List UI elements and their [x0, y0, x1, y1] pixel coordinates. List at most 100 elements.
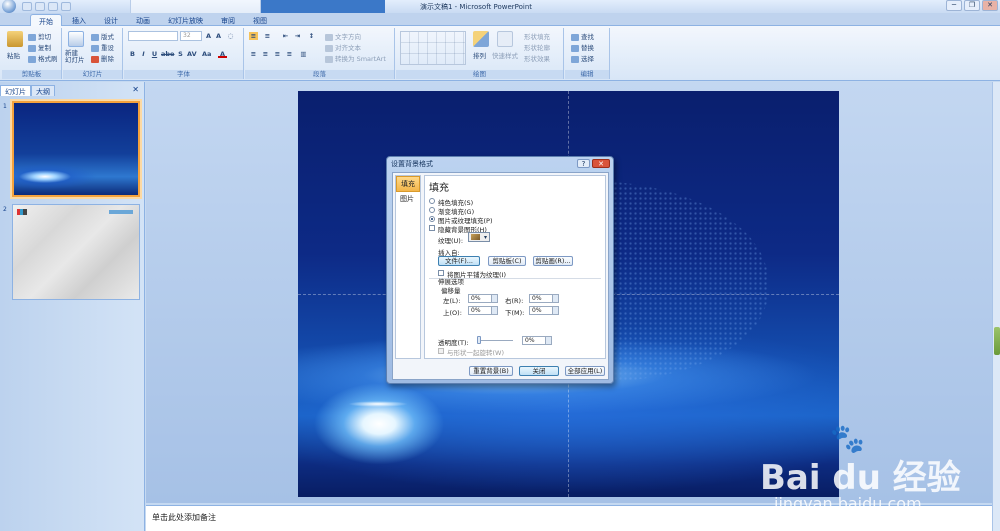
line-spacing-icon[interactable]: ↕: [307, 32, 316, 40]
help-button[interactable]: ?: [577, 159, 590, 168]
paste-icon[interactable]: [7, 31, 23, 47]
format-painter-button[interactable]: 格式刷: [28, 53, 58, 63]
char-spacing-icon[interactable]: AV: [187, 50, 197, 58]
justify-icon[interactable]: ≡: [285, 50, 294, 58]
cut-button[interactable]: 剪切: [28, 31, 51, 41]
grow-font-icon[interactable]: A: [204, 32, 213, 40]
close-button[interactable]: ✕: [982, 0, 998, 11]
close-icon[interactable]: ✕: [132, 85, 139, 94]
shadow-icon[interactable]: S: [176, 50, 185, 58]
shrink-font-icon[interactable]: A: [214, 32, 223, 40]
scissors-icon: [28, 33, 36, 41]
quick-access-toolbar: [22, 1, 71, 12]
clear-format-icon[interactable]: ◌: [226, 32, 235, 40]
tab-view[interactable]: 视图: [245, 14, 275, 26]
maximize-button[interactable]: ❐: [964, 0, 980, 11]
tab-insert[interactable]: 插入: [64, 14, 94, 26]
ribbon: 粘贴 剪切 复制 格式刷 剪贴板 新建 幻灯片 版式 重设 删除 幻灯片 32 …: [0, 26, 1000, 81]
tab-slides[interactable]: 幻灯片: [0, 85, 31, 96]
font-name-combo[interactable]: [128, 31, 178, 41]
tab-home[interactable]: 开始: [30, 14, 62, 26]
solid-fill-radio[interactable]: [429, 198, 435, 204]
select-button[interactable]: 选择: [571, 53, 594, 63]
dialog-close-button[interactable]: ✕: [592, 159, 610, 168]
reset-background-button[interactable]: 重置背景(B): [469, 366, 513, 376]
copy-button[interactable]: 复制: [28, 42, 51, 52]
texture-picker[interactable]: ▾: [468, 232, 490, 242]
numbering-icon[interactable]: ≡: [263, 32, 272, 40]
quick-styles-button[interactable]: 快速样式: [492, 50, 518, 60]
font-size-combo[interactable]: 32: [180, 31, 202, 41]
minimize-button[interactable]: ─: [946, 0, 962, 11]
clipart-button[interactable]: 剪贴画(R)...: [533, 256, 573, 266]
nav-picture[interactable]: 图片: [396, 192, 420, 206]
picture-fill-radio[interactable]: [429, 216, 435, 222]
shape-effects-button[interactable]: 形状效果: [524, 53, 550, 63]
gradient-fill-radio[interactable]: [429, 207, 435, 213]
increase-indent-icon[interactable]: ⇥: [293, 32, 302, 40]
slide-thumbnail-1[interactable]: [12, 101, 140, 197]
font-color-icon[interactable]: A: [218, 50, 227, 58]
strikethrough-icon[interactable]: abe: [161, 50, 174, 58]
apply-all-button[interactable]: 全部应用(L): [565, 366, 605, 376]
layout-button[interactable]: 版式: [91, 31, 114, 41]
bottom-offset-label: 下(M):: [505, 309, 525, 317]
rotate-with-shape-checkbox[interactable]: [438, 348, 444, 354]
bottom-offset-input[interactable]: 0%: [529, 306, 559, 315]
underline-icon[interactable]: U: [150, 50, 159, 58]
align-left-icon[interactable]: ≡: [249, 50, 258, 58]
hide-background-checkbox[interactable]: [429, 225, 435, 231]
align-right-icon[interactable]: ≡: [273, 50, 282, 58]
shape-outline-button[interactable]: 形状轮廓: [524, 42, 550, 52]
arrange-icon[interactable]: [473, 31, 489, 47]
customize-qat-icon[interactable]: [61, 2, 71, 11]
light-flare-graphic: [348, 401, 408, 407]
text-direction-label: 文字方向: [335, 33, 361, 41]
clipboard-button[interactable]: 剪贴板(C): [488, 256, 526, 266]
top-offset-input[interactable]: 0%: [468, 306, 498, 315]
left-offset-input[interactable]: 0%: [468, 294, 498, 303]
transparency-slider-track[interactable]: [477, 340, 513, 341]
transparency-input[interactable]: 0%: [522, 336, 552, 345]
tab-review[interactable]: 审阅: [213, 14, 243, 26]
italic-icon[interactable]: I: [139, 50, 148, 58]
columns-icon[interactable]: ▥: [299, 50, 308, 58]
logo-graphic: [17, 209, 27, 215]
new-slide-button[interactable]: 新建 幻灯片: [65, 50, 85, 64]
tab-slideshow[interactable]: 幻灯片放映: [160, 14, 211, 26]
paste-button[interactable]: 粘贴: [7, 50, 20, 60]
text-direction-button[interactable]: 文字方向: [325, 31, 361, 41]
convert-smartart-button[interactable]: 转换为 SmartArt: [325, 53, 386, 63]
redo-icon[interactable]: [48, 2, 58, 11]
align-center-icon[interactable]: ≡: [261, 50, 270, 58]
reset-button[interactable]: 重设: [91, 42, 114, 52]
right-offset-input[interactable]: 0%: [529, 294, 559, 303]
file-button[interactable]: 文件(F)...: [438, 256, 480, 266]
align-text-button[interactable]: 对齐文本: [325, 42, 361, 52]
shapes-gallery[interactable]: [400, 31, 466, 65]
change-case-icon[interactable]: Aa: [202, 50, 211, 58]
shape-fill-button[interactable]: 形状填充: [524, 31, 550, 41]
tab-outline[interactable]: 大纲: [31, 85, 55, 96]
find-button[interactable]: 查找: [571, 31, 594, 41]
bullets-icon[interactable]: ≡: [249, 32, 258, 40]
undo-icon[interactable]: [35, 2, 45, 11]
new-slide-icon[interactable]: [68, 31, 84, 47]
nav-fill[interactable]: 填充: [396, 176, 420, 192]
decrease-indent-icon[interactable]: ⇤: [281, 32, 290, 40]
bold-icon[interactable]: B: [128, 50, 137, 58]
tab-design[interactable]: 设计: [96, 14, 126, 26]
replace-button[interactable]: 替换: [571, 42, 594, 52]
save-icon[interactable]: [22, 2, 32, 11]
arrange-button[interactable]: 排列: [473, 50, 486, 60]
delete-button[interactable]: 删除: [91, 53, 114, 63]
find-label: 查找: [581, 33, 594, 41]
tab-animations[interactable]: 动画: [128, 14, 158, 26]
quick-styles-icon[interactable]: [497, 31, 513, 47]
vertical-scrollbar[interactable]: [992, 82, 1000, 531]
scroll-thumb[interactable]: [994, 327, 1000, 355]
close-dialog-button[interactable]: 关闭: [519, 366, 559, 376]
slide-thumbnail-2[interactable]: [12, 204, 140, 300]
transparency-slider-knob[interactable]: [477, 336, 481, 344]
office-button[interactable]: [2, 0, 16, 13]
